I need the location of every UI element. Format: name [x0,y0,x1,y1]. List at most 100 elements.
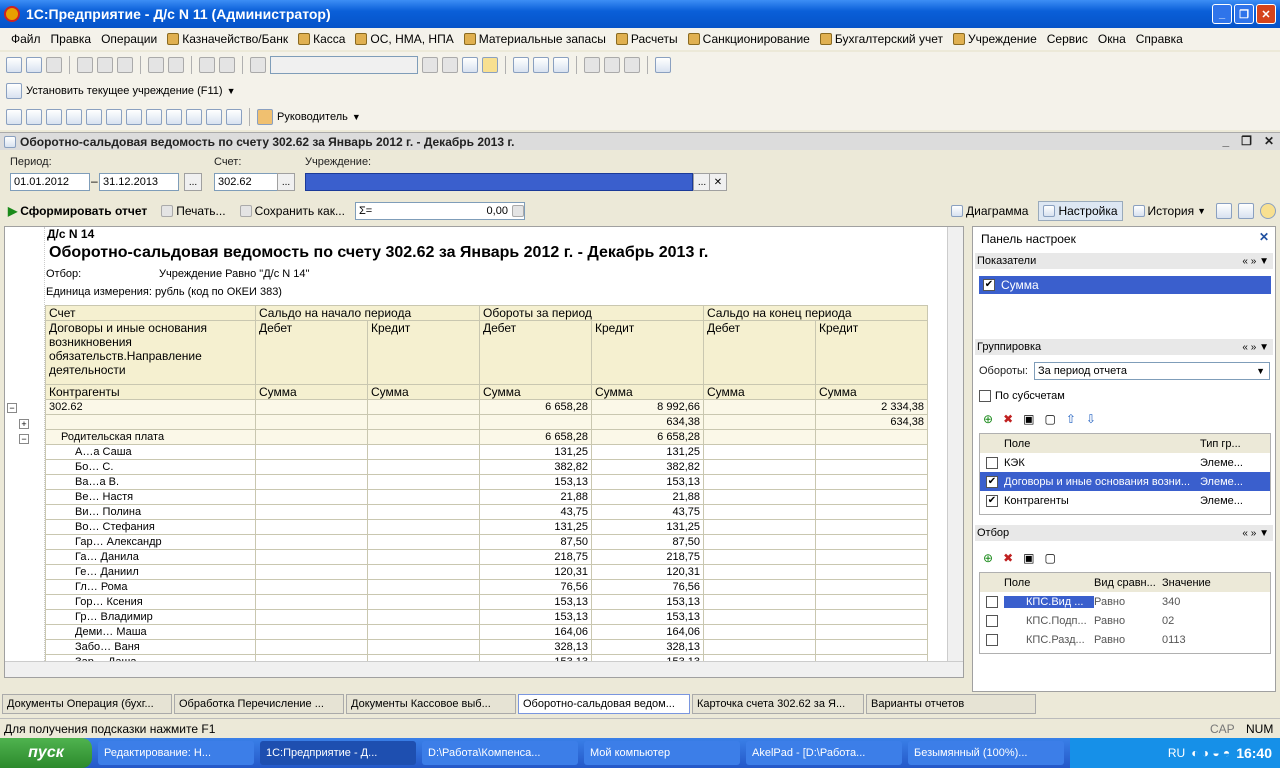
menu-institution[interactable]: Учреждение [948,32,1042,46]
task-my-computer[interactable]: Мой компьютер [584,741,740,765]
section-arrows-icon[interactable]: « » ▼ [1242,342,1269,353]
copy-icon[interactable] [97,57,113,73]
windows-icon[interactable] [462,57,478,73]
calculator-icon[interactable] [513,57,529,73]
manager-button[interactable]: Руководитель [277,111,348,123]
indicators-section[interactable]: Показатели « » ▼ [975,253,1273,269]
uncheck-all-icon[interactable]: ▢ [1044,551,1055,565]
grouping-row[interactable]: КЭК Элеме... [980,453,1270,472]
search-combo[interactable] [270,56,418,74]
collapse-icon[interactable]: − [7,403,17,413]
close-button[interactable]: ✕ [1256,4,1276,24]
report-icon[interactable] [186,109,202,125]
report-icon[interactable] [226,109,242,125]
task-folder[interactable]: D:\Работа\Компенса... [422,741,578,765]
language-indicator[interactable]: RU [1168,746,1185,760]
tools-icon[interactable] [655,57,671,73]
collapse-icon[interactable]: − [19,434,29,444]
report-icon[interactable] [86,109,102,125]
paste-icon[interactable] [117,57,133,73]
task-akelpad[interactable]: AkelPad - [D:\Работа... [746,741,902,765]
turnover-select[interactable]: За период отчета ▼ [1034,362,1270,380]
grouping-row[interactable]: ✔ Контрагенты Элеме... [980,491,1270,510]
report-icon[interactable] [66,109,82,125]
tab-transfer-processing[interactable]: Обработка Перечисление ... [174,694,344,714]
horizontal-scrollbar[interactable] [5,661,963,677]
cut-icon[interactable] [77,57,93,73]
checkbox[interactable] [979,390,991,402]
doc-close-button[interactable]: ✕ [1264,134,1274,148]
save-icon[interactable] [46,57,62,73]
tab-account-card[interactable]: Карточка счета 302.62 за Я... [692,694,864,714]
menu-file[interactable]: Файл [6,32,46,46]
menu-edit[interactable]: Правка [46,32,97,46]
doc-maximize-button[interactable]: ❐ [1241,134,1252,148]
move-down-icon[interactable]: ⇩ [1086,412,1096,426]
institution-field[interactable] [305,173,693,191]
filter-row[interactable]: КПС.Подп... Равно 02 [980,611,1270,630]
menu-help[interactable]: Справка [1131,32,1188,46]
chevron-down-icon[interactable]: ▼ [352,112,361,122]
subaccounts-toggle[interactable]: По субсчетам [979,390,1065,402]
menu-treasury[interactable]: Казначейство/Банк [162,32,293,46]
date-from-field[interactable]: 01.01.2012 [10,173,90,191]
save-as-button[interactable]: Сохранить как... [236,201,349,221]
report-icon[interactable] [26,109,42,125]
redo-icon[interactable] [219,57,235,73]
users-icon[interactable] [553,57,569,73]
section-arrows-icon[interactable]: « » ▼ [1242,256,1269,267]
chart-button[interactable]: Диаграмма [947,201,1032,221]
add-icon[interactable]: ⊕ [983,551,993,565]
filter-row[interactable]: КПС.Вид ... Равно 340 [980,592,1270,611]
info-icon[interactable] [482,57,498,73]
memory-minus-icon[interactable] [624,57,640,73]
tab-operations-doc[interactable]: Документы Операция (бухг... [2,694,172,714]
filter-row[interactable]: КПС.Разд... Равно 0113 [980,630,1270,649]
menu-cash[interactable]: Касса [293,32,350,46]
maximize-button[interactable]: ❐ [1234,4,1254,24]
find-prev-icon[interactable] [442,57,458,73]
print-button[interactable]: Печать... [157,201,229,221]
report-icon[interactable] [146,109,162,125]
tab-cash-documents[interactable]: Документы Кассовое выб... [346,694,516,714]
checkbox[interactable] [986,595,998,608]
menu-windows[interactable]: Окна [1093,32,1131,46]
menu-accounting[interactable]: Бухгалтерский учет [815,32,948,46]
undo-icon[interactable] [199,57,215,73]
check-all-icon[interactable]: ▣ [1023,551,1034,565]
print-icon[interactable] [148,57,164,73]
report-icon[interactable] [206,109,222,125]
task-browser[interactable]: Редактирование: Н... [98,741,254,765]
settings-button[interactable]: Настройка [1038,201,1123,221]
menu-sanctioning[interactable]: Санкционирование [683,32,815,46]
minimize-button[interactable]: _ [1212,4,1232,24]
save-settings-icon[interactable] [1238,203,1254,219]
date-to-field[interactable]: 31.12.2013 [99,173,179,191]
calculator-icon[interactable] [511,205,524,217]
generate-report-button[interactable]: ▶ Сформировать отчет [4,201,151,221]
account-field[interactable]: 302.62 [214,173,278,191]
indicator-row[interactable]: ✔ Сумма [979,276,1271,294]
start-button[interactable]: пуск [0,738,92,768]
sum-field[interactable]: Σ= 0,00 [354,202,525,220]
report-spreadsheet[interactable]: − + − Д/с N 14 Оборотно-сальдовая ведомо… [4,226,964,678]
menu-fixed-assets[interactable]: ОС, НМА, НПА [350,32,458,46]
filter-section[interactable]: Отбор « » ▼ [975,525,1273,541]
calendar-icon[interactable] [533,57,549,73]
task-paint[interactable]: Безымянный (100%)... [908,741,1064,765]
menu-settlements[interactable]: Расчеты [611,32,683,46]
open-icon[interactable] [26,57,42,73]
export-icon[interactable] [1216,203,1232,219]
expand-icon[interactable]: + [19,419,29,429]
report-icon[interactable] [166,109,182,125]
grouping-section[interactable]: Группировка « » ▼ [975,339,1273,355]
vertical-scrollbar[interactable] [947,227,963,677]
report-icon[interactable] [106,109,122,125]
clock[interactable]: 16:40 [1236,745,1272,761]
checkbox[interactable] [986,456,998,469]
period-select-button[interactable]: ... [184,173,202,191]
report-icon[interactable] [126,109,142,125]
chevron-down-icon[interactable]: ▼ [227,86,236,96]
memory-plus-icon[interactable] [604,57,620,73]
find-icon[interactable] [250,57,266,73]
